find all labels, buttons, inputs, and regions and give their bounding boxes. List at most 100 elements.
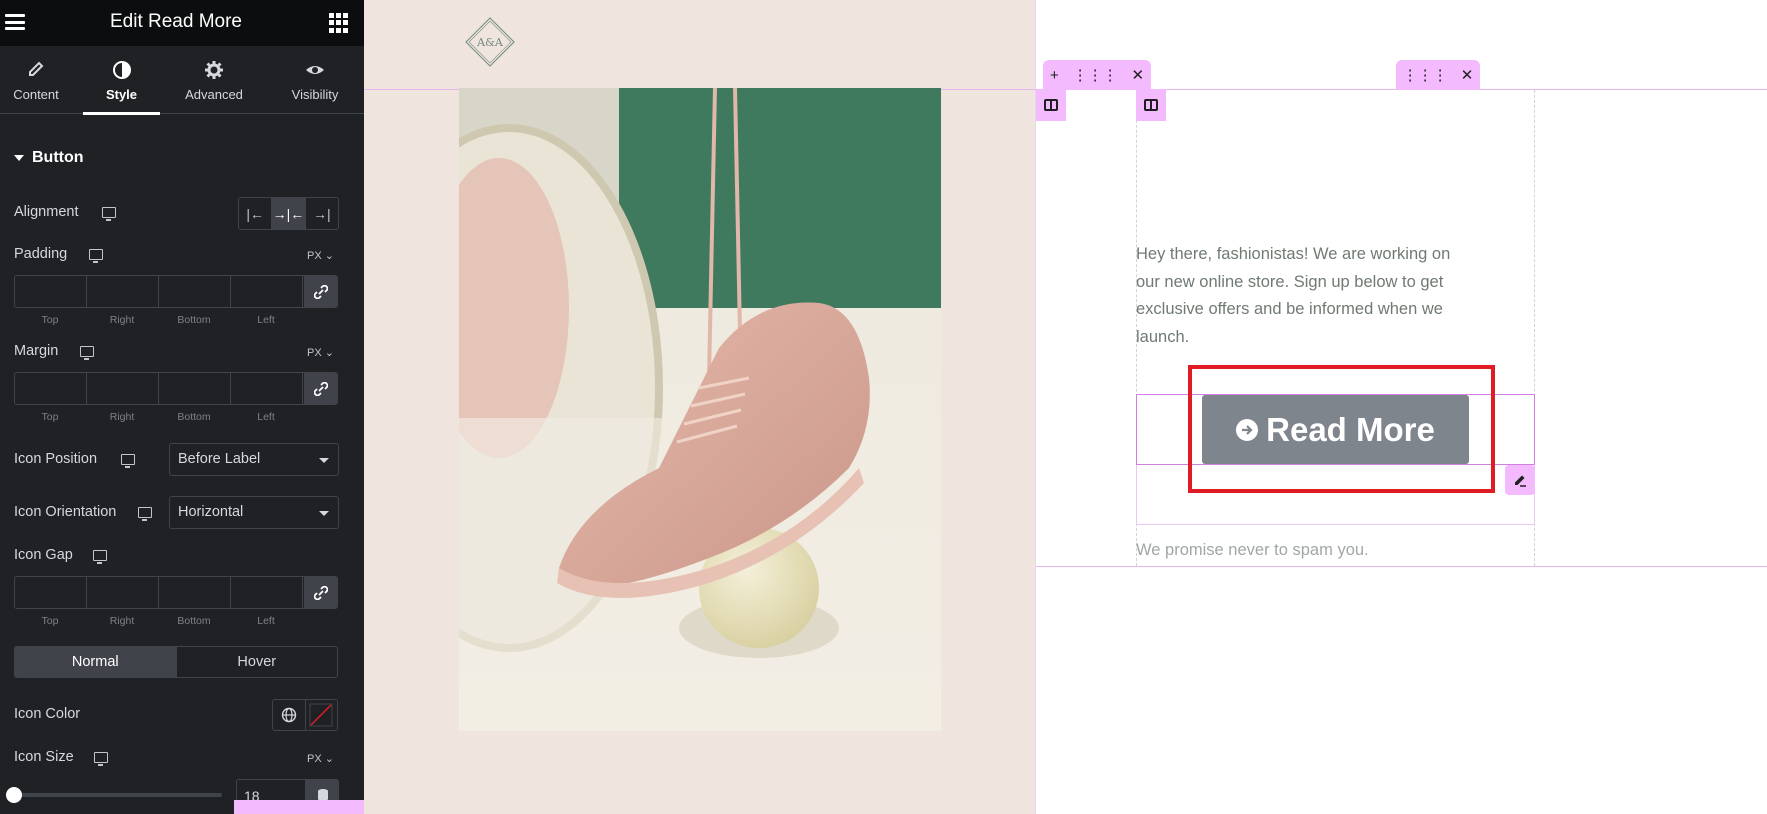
color-swatch[interactable] xyxy=(306,700,338,730)
gear-icon xyxy=(205,61,223,79)
margin-unit[interactable]: PX ⌄ xyxy=(307,346,334,359)
eye-icon xyxy=(306,66,324,74)
tab-visibility-label: Visibility xyxy=(291,87,339,102)
pencil-icon xyxy=(1515,475,1526,487)
dim-label: Right xyxy=(109,615,135,627)
dim-label: Left xyxy=(257,615,275,627)
tab-style[interactable]: Style xyxy=(83,46,160,115)
margin-right-input[interactable] xyxy=(87,373,159,404)
dim-label: Bottom xyxy=(177,314,211,326)
dim-label: Top xyxy=(41,615,59,627)
slider-handle[interactable] xyxy=(6,787,22,803)
padding-top-input[interactable] xyxy=(15,276,87,307)
product-photo xyxy=(459,88,941,731)
section-title[interactable]: Button xyxy=(32,149,84,167)
tab-content-label: Content xyxy=(13,87,59,102)
padding-right-input[interactable] xyxy=(87,276,159,307)
widgets-grid-icon[interactable] xyxy=(329,13,349,33)
column-icon xyxy=(1044,99,1058,111)
promise-text: We promise never to spam you. xyxy=(1136,541,1369,559)
align-center-button[interactable]: →|← xyxy=(272,198,306,229)
add-section-icon[interactable]: + xyxy=(1050,67,1059,84)
panel-header: Edit Read More xyxy=(0,0,364,46)
padding-bottom-input[interactable] xyxy=(159,276,231,307)
gap-left-input[interactable] xyxy=(231,577,303,608)
margin-dim-labels: Top Right Bottom Left xyxy=(14,411,304,423)
align-start-button[interactable]: |← xyxy=(239,198,273,229)
gap-right-input[interactable] xyxy=(87,577,159,608)
icon-orientation-select[interactable]: Horizontal xyxy=(169,496,339,529)
tab-content[interactable]: Content xyxy=(0,46,72,114)
desktop-icon[interactable] xyxy=(93,550,107,564)
edit-widget-button[interactable] xyxy=(1505,465,1535,495)
tab-visibility[interactable]: Visibility xyxy=(278,46,352,114)
panel-title: Edit Read More xyxy=(109,11,242,32)
tab-style-label: Style xyxy=(105,87,138,102)
dim-label: Right xyxy=(109,411,135,423)
dim-label: Left xyxy=(257,314,275,326)
column-handle[interactable] xyxy=(1136,89,1166,121)
close-icon[interactable]: ✕ xyxy=(1131,66,1144,84)
margin-top-input[interactable] xyxy=(15,373,87,404)
link-icon[interactable] xyxy=(304,577,337,608)
icon-gap-inputs xyxy=(14,576,338,609)
state-hover-tab[interactable]: Hover xyxy=(177,647,338,677)
desktop-icon[interactable] xyxy=(94,752,108,766)
unit-label: PX xyxy=(307,250,322,262)
padding-left-input[interactable] xyxy=(231,276,303,307)
column-icon xyxy=(1144,99,1158,111)
dim-label: Left xyxy=(257,411,275,423)
logo-text: A&A xyxy=(476,36,504,49)
padding-label: Padding xyxy=(14,246,68,262)
icon-position-label: Icon Position xyxy=(14,451,98,467)
link-icon[interactable] xyxy=(304,276,337,307)
desktop-icon[interactable] xyxy=(80,346,94,360)
unit-label: PX xyxy=(307,347,322,359)
unit-label: PX xyxy=(307,753,322,765)
drag-handle-icon[interactable]: ⋮⋮⋮ xyxy=(1403,66,1448,84)
icon-color-control xyxy=(272,699,338,731)
desktop-icon[interactable] xyxy=(138,507,152,521)
dim-label: Bottom xyxy=(177,615,211,627)
tab-advanced[interactable]: Advanced xyxy=(172,46,256,114)
section-bottom-line xyxy=(1036,566,1767,567)
padding-unit[interactable]: PX ⌄ xyxy=(307,249,334,262)
state-normal-tab[interactable]: Normal xyxy=(15,647,177,677)
padding-inputs xyxy=(14,275,338,308)
icon-position-value: Before Label xyxy=(178,451,261,467)
caret-down-icon[interactable] xyxy=(14,155,24,161)
icon-size-unit[interactable]: PX ⌄ xyxy=(307,752,334,765)
margin-left-input[interactable] xyxy=(231,373,303,404)
link-icon[interactable] xyxy=(304,373,337,404)
align-end-button[interactable]: →| xyxy=(306,198,338,229)
pink-strip xyxy=(234,800,364,814)
inner-section-handle: ⋮⋮⋮ ✕ xyxy=(1396,60,1480,90)
chevron-down-icon xyxy=(319,511,329,516)
hamburger-menu-icon[interactable] xyxy=(5,14,25,30)
close-icon[interactable]: ✕ xyxy=(1461,66,1474,84)
margin-bottom-input[interactable] xyxy=(159,373,231,404)
gap-bottom-input[interactable] xyxy=(159,577,231,608)
editor-panel: Edit Read More Content Style Advanced Vi… xyxy=(0,0,364,814)
desktop-icon[interactable] xyxy=(102,207,116,221)
icon-position-select[interactable]: Before Label xyxy=(169,443,339,476)
pencil-icon xyxy=(29,61,44,76)
padding-dim-labels: Top Right Bottom Left xyxy=(14,314,304,326)
globe-icon[interactable] xyxy=(273,700,306,730)
alignment-label: Alignment xyxy=(14,204,79,220)
margin-label: Margin xyxy=(14,343,59,359)
desktop-icon[interactable] xyxy=(89,249,103,263)
panel-tabs: Content Style Advanced Visibility xyxy=(0,46,364,115)
drag-handle-icon[interactable]: ⋮⋮⋮ xyxy=(1073,66,1118,84)
state-toggle: Normal Hover xyxy=(14,646,338,678)
column-divider xyxy=(1035,0,1036,814)
gap-dim-labels: Top Right Bottom Left xyxy=(14,615,304,627)
column-handle[interactable] xyxy=(1036,89,1066,121)
desktop-icon[interactable] xyxy=(121,454,135,468)
dim-label: Top xyxy=(41,314,59,326)
alignment-control: |← →|← →| xyxy=(238,197,339,230)
section-handle: + ⋮⋮⋮ ✕ xyxy=(1043,60,1151,90)
chevron-down-icon xyxy=(319,458,329,463)
gap-top-input[interactable] xyxy=(15,577,87,608)
icon-size-slider[interactable] xyxy=(14,793,222,797)
